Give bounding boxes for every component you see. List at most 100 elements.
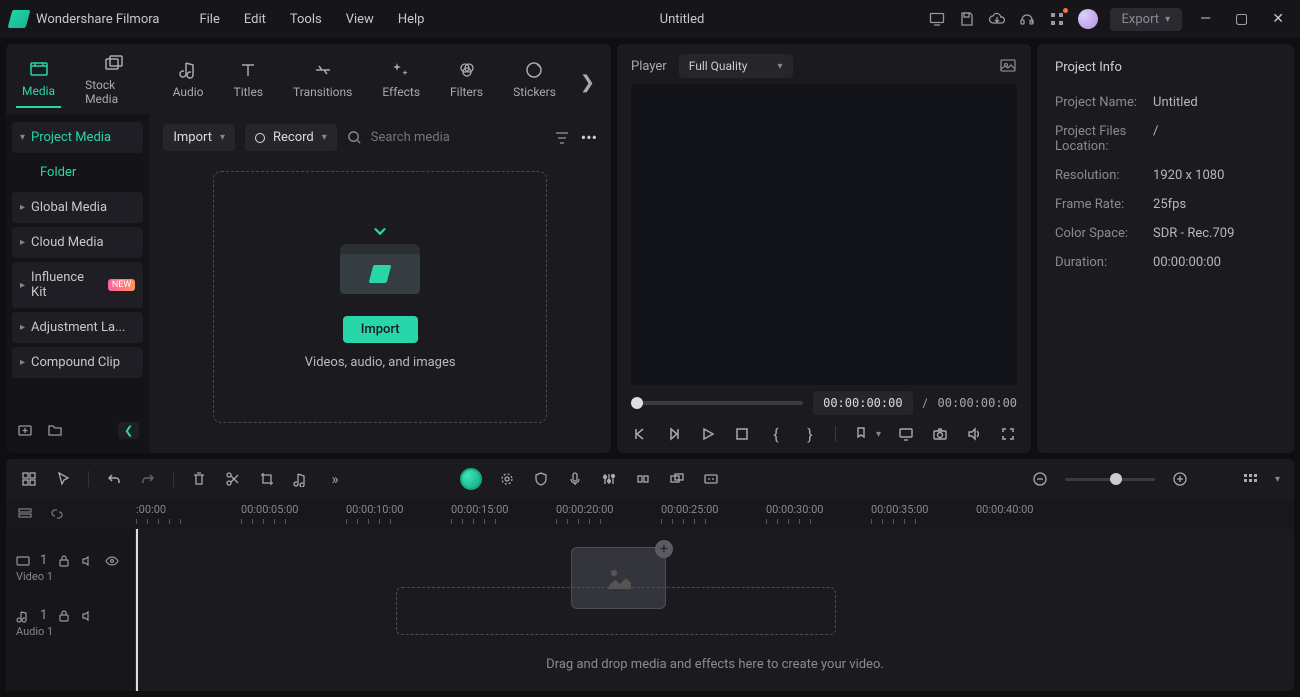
- scrub-bar[interactable]: [631, 401, 803, 405]
- camera-button[interactable]: [931, 425, 949, 443]
- timeline-canvas[interactable]: Drag and drop media and effects here to …: [136, 529, 1294, 691]
- mark-out-button[interactable]: }: [801, 425, 819, 443]
- more-tools-icon[interactable]: »: [326, 470, 344, 488]
- video-track-header[interactable]: 1 Video 1: [6, 549, 135, 604]
- group-button[interactable]: [668, 470, 686, 488]
- tree-adjustment-layer[interactable]: ▸Adjustment La...: [12, 312, 143, 343]
- view-mode-button[interactable]: [1241, 470, 1259, 488]
- screen-icon[interactable]: [928, 10, 946, 28]
- tab-stickers[interactable]: Stickers: [507, 57, 562, 107]
- dashboard-icon[interactable]: [20, 470, 38, 488]
- mark-in-button[interactable]: {: [767, 425, 785, 443]
- fullscreen-button[interactable]: [999, 425, 1017, 443]
- zoom-knob[interactable]: [1110, 473, 1122, 485]
- color-button[interactable]: [498, 470, 516, 488]
- tab-audio[interactable]: Audio: [167, 57, 210, 107]
- menu-tools[interactable]: Tools: [278, 12, 334, 27]
- lock-icon[interactable]: [57, 609, 71, 623]
- delete-button[interactable]: [190, 470, 208, 488]
- mute-icon[interactable]: [81, 554, 95, 568]
- prev-frame-button[interactable]: [631, 425, 649, 443]
- split-button[interactable]: [224, 470, 242, 488]
- tree-folder[interactable]: Folder: [12, 157, 143, 188]
- export-button[interactable]: Export▾: [1110, 8, 1183, 31]
- tab-media[interactable]: Media: [16, 56, 61, 108]
- import-button[interactable]: Import: [343, 316, 418, 343]
- marker-dropdown[interactable]: [852, 425, 870, 443]
- tab-filters[interactable]: Filters: [444, 57, 489, 107]
- collapse-tree-button[interactable]: ❮: [118, 422, 139, 439]
- document-title: Untitled: [436, 12, 927, 27]
- audio-track-header[interactable]: 1 Audio 1: [6, 604, 135, 659]
- menu-file[interactable]: File: [187, 12, 231, 27]
- tab-effects[interactable]: Effects: [376, 57, 426, 107]
- info-name: Untitled: [1153, 95, 1198, 110]
- scrub-knob[interactable]: [631, 397, 643, 409]
- window-minimize[interactable]: ―: [1194, 11, 1217, 27]
- tree-global-media[interactable]: ▸Global Media: [12, 192, 143, 223]
- tree-compound-clip[interactable]: ▸Compound Clip: [12, 347, 143, 378]
- info-duration: 00:00:00:00: [1153, 255, 1221, 270]
- tree-cloud-media[interactable]: ▸Cloud Media: [12, 227, 143, 258]
- player-viewport[interactable]: [631, 84, 1017, 385]
- filter-icon[interactable]: [553, 129, 571, 147]
- more-menu-icon[interactable]: •••: [581, 128, 597, 147]
- search-input[interactable]: [365, 124, 543, 151]
- menu-view[interactable]: View: [334, 12, 386, 27]
- headset-icon[interactable]: [1018, 10, 1036, 28]
- tree-project-media[interactable]: ▾Project Media: [12, 122, 143, 153]
- quality-select[interactable]: Full Quality▾: [679, 54, 793, 78]
- transitions-icon: [312, 59, 334, 81]
- titles-icon: [237, 59, 259, 81]
- tab-stock-media[interactable]: Stock Media: [79, 50, 149, 114]
- display-button[interactable]: [897, 425, 915, 443]
- tree-influence-kit[interactable]: ▸Influence KitNEW: [12, 262, 143, 308]
- save-icon[interactable]: [958, 10, 976, 28]
- undo-button[interactable]: [105, 470, 123, 488]
- tabs-scroll-right[interactable]: ❯: [580, 72, 601, 93]
- zoom-in-button[interactable]: [1171, 470, 1189, 488]
- shield-button[interactable]: [532, 470, 550, 488]
- record-dropdown[interactable]: Record▾: [245, 124, 337, 151]
- timeline-toolbar: » ▾: [6, 459, 1294, 499]
- crop-button[interactable]: [258, 470, 276, 488]
- audio-mixer-button[interactable]: [600, 470, 618, 488]
- current-time: 00:00:00:00: [813, 391, 912, 415]
- menu-edit[interactable]: Edit: [232, 12, 278, 27]
- timeline-ruler[interactable]: :00:00 00:00:05:00 00:00:10:00 00:00:15:…: [6, 499, 1294, 529]
- volume-button[interactable]: [965, 425, 983, 443]
- speed-button[interactable]: [292, 470, 310, 488]
- play-reverse-button[interactable]: [665, 425, 683, 443]
- play-button[interactable]: [699, 425, 717, 443]
- eye-icon[interactable]: [105, 554, 119, 568]
- track-manage-icon[interactable]: [16, 505, 34, 523]
- cloud-icon[interactable]: [988, 10, 1006, 28]
- media-icon: [28, 58, 50, 80]
- zoom-slider[interactable]: [1065, 478, 1155, 481]
- drop-target[interactable]: [396, 587, 836, 635]
- user-avatar[interactable]: [1078, 9, 1098, 29]
- new-bin-icon[interactable]: [16, 421, 34, 439]
- mute-icon[interactable]: [81, 609, 95, 623]
- stop-button[interactable]: [733, 425, 751, 443]
- caption-button[interactable]: [702, 470, 720, 488]
- redo-button[interactable]: [139, 470, 157, 488]
- titlebar: Wondershare Filmora File Edit Tools View…: [0, 0, 1300, 38]
- ai-button[interactable]: [460, 468, 482, 490]
- window-close[interactable]: ✕: [1266, 11, 1290, 27]
- apps-icon[interactable]: [1048, 10, 1066, 28]
- tab-titles[interactable]: Titles: [228, 57, 269, 107]
- keyframe-button[interactable]: [634, 470, 652, 488]
- new-folder-icon[interactable]: [46, 421, 64, 439]
- zoom-out-button[interactable]: [1031, 470, 1049, 488]
- lock-icon[interactable]: [57, 554, 71, 568]
- link-icon[interactable]: [48, 505, 66, 523]
- snapshot-icon[interactable]: [999, 57, 1017, 75]
- window-maximize[interactable]: ▢: [1229, 11, 1254, 27]
- mic-button[interactable]: [566, 470, 584, 488]
- cursor-tool-icon[interactable]: [54, 470, 72, 488]
- import-dropdown[interactable]: Import▾: [163, 124, 235, 151]
- media-dropzone[interactable]: Import Videos, audio, and images: [213, 171, 547, 423]
- tab-transitions[interactable]: Transitions: [287, 57, 358, 107]
- menu-help[interactable]: Help: [386, 12, 437, 27]
